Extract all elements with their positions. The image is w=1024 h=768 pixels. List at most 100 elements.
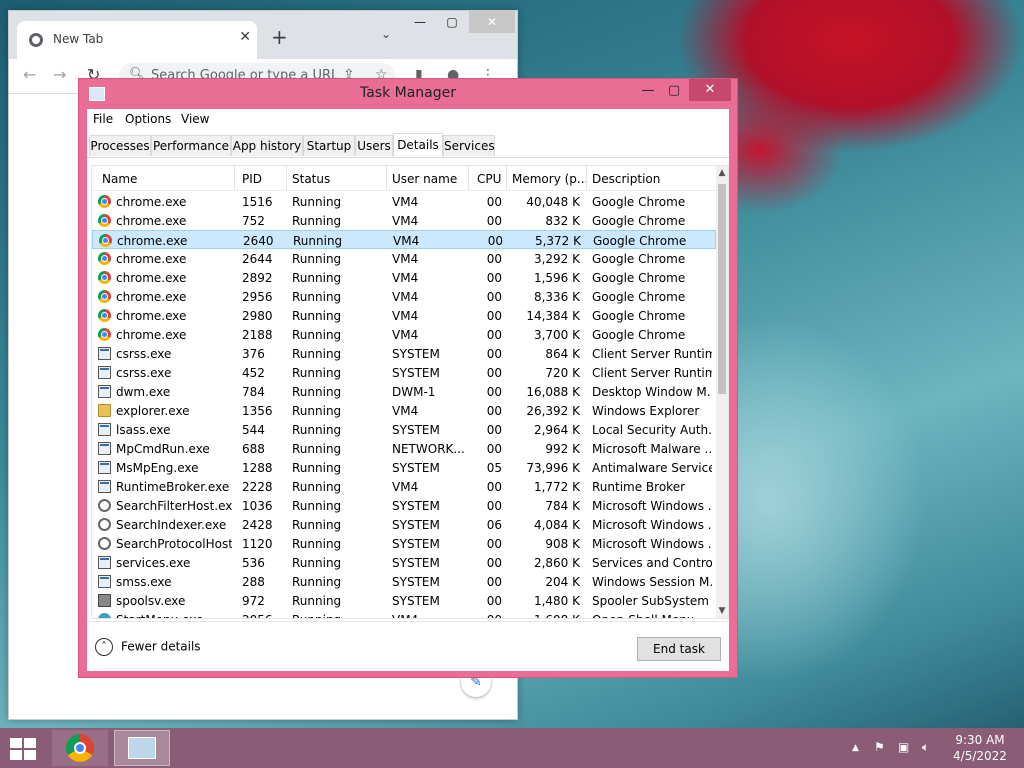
cell-mem: 73,996 K: [526, 461, 580, 475]
cell-name: csrss.exe: [116, 366, 172, 380]
maximize-icon[interactable]: ▢: [661, 81, 687, 101]
cell-desc: Desktop Window M...: [592, 385, 712, 399]
task-manager-window[interactable]: Task Manager — ▢ ✕ File Options View Pro…: [78, 78, 738, 678]
table-row[interactable]: lsass.exe 544 Running SYSTEM 00 2,964 K Local …: [92, 420, 716, 439]
tab-app-history[interactable]: App history: [231, 135, 303, 156]
table-row[interactable]: MpCmdRun.exe 688 Running NETWORK... 00 992 K M…: [92, 439, 716, 458]
cell-mem: 40,048 K: [526, 195, 580, 209]
cell-status: Running: [292, 404, 342, 418]
table-header: Name ˄ PID Status User name CPU Memory (…: [92, 166, 716, 191]
cell-user: SYSTEM: [392, 461, 440, 475]
table-row[interactable]: SearchProtocolHost.... 1120 Running SYSTEM 0…: [92, 534, 716, 553]
column-header-cpu[interactable]: CPU: [477, 172, 501, 186]
column-header-memory[interactable]: Memory (p...: [512, 172, 588, 186]
process-search-icon: [98, 537, 111, 550]
chrome-tab-new-tab[interactable]: New Tab ✕: [17, 21, 257, 59]
table-row[interactable]: explorer.exe 1356 Running VM4 00 26,392 K Wind…: [92, 401, 716, 420]
column-header-name[interactable]: Name: [102, 172, 137, 186]
table-row[interactable]: chrome.exe 1516 Running VM4 00 40,048 K Google…: [92, 192, 716, 211]
table-row[interactable]: spoolsv.exe 972 Running SYSTEM 00 1,480 K Spoo…: [92, 591, 716, 610]
cell-pid: 452: [242, 366, 265, 380]
cell-status: Running: [292, 613, 382, 618]
column-header-user-name[interactable]: User name: [392, 172, 457, 186]
column-header-status[interactable]: Status: [292, 172, 330, 186]
table-row[interactable]: smss.exe 288 Running SYSTEM 00 204 K Windows S…: [92, 572, 716, 591]
new-tab-icon[interactable]: +: [271, 25, 288, 49]
table-row[interactable]: services.exe 536 Running SYSTEM 00 2,860 K Ser…: [92, 553, 716, 572]
chevron-up-icon: ˄: [95, 638, 113, 656]
column-divider[interactable]: [386, 166, 387, 190]
menu-options[interactable]: Options: [125, 112, 171, 126]
cell-cpu: 00: [486, 271, 502, 285]
forward-arrow-icon[interactable]: →: [53, 65, 66, 84]
table-row[interactable]: StartMenu.exe 2056 Running VM4 00 1,608 K Open…: [92, 610, 716, 618]
cell-pid: 2892: [242, 271, 273, 285]
network-icon[interactable]: ▣: [898, 740, 909, 754]
column-divider[interactable]: [286, 166, 287, 190]
tab-performance[interactable]: Performance: [151, 135, 231, 156]
scrollbar-thumb[interactable]: [718, 184, 726, 394]
menu-bar: File Options View: [87, 109, 729, 129]
scroll-up-icon[interactable]: ▲: [716, 168, 728, 178]
process-win-icon: [98, 347, 111, 360]
task-manager-titlebar[interactable]: Task Manager — ▢ ✕: [79, 79, 737, 109]
taskbar-task-manager-button[interactable]: [114, 730, 170, 766]
tab-services[interactable]: Services: [443, 135, 495, 156]
table-row[interactable]: chrome.exe 2644 Running VM4 00 3,292 K Google …: [92, 249, 716, 268]
cell-cpu: 00: [486, 575, 502, 589]
chrome-maximize-icon[interactable]: ▢: [437, 11, 467, 33]
close-icon[interactable]: ✕: [689, 79, 731, 101]
column-header-description[interactable]: Description: [592, 172, 660, 186]
column-divider[interactable]: [234, 166, 235, 190]
table-row[interactable]: chrome.exe 2956 Running VM4 00 8,336 K Google …: [92, 287, 716, 306]
cell-desc: Google Chrome: [592, 195, 686, 209]
show-hidden-icons-chevron-up-icon[interactable]: ▲: [852, 743, 859, 753]
taskbar-chrome-button[interactable]: [52, 730, 108, 766]
tab-details[interactable]: Details: [393, 133, 443, 157]
close-tab-icon[interactable]: ✕: [239, 29, 251, 45]
table-row[interactable]: chrome.exe 2640 Running VM4 00 5,372 K Google …: [92, 230, 716, 249]
table-row[interactable]: csrss.exe 376 Running SYSTEM 00 864 K Client S…: [92, 344, 716, 363]
start-button[interactable]: [10, 738, 38, 760]
cell-mem: 1,480 K: [533, 594, 580, 608]
tab-users[interactable]: Users: [355, 135, 393, 156]
cell-name: SearchProtocolHost....: [116, 537, 232, 551]
table-row[interactable]: chrome.exe 2892 Running VM4 00 1,596 K Google …: [92, 268, 716, 287]
column-divider[interactable]: [468, 166, 469, 190]
cell-name: chrome.exe: [116, 271, 187, 285]
process-win-icon: [98, 366, 111, 379]
fewer-details-button[interactable]: ˄ Fewer details: [95, 638, 201, 656]
chrome-minimize-icon[interactable]: —: [405, 11, 435, 33]
table-row[interactable]: csrss.exe 452 Running SYSTEM 00 720 K Client S…: [92, 363, 716, 382]
tab-search-chevron-down-icon[interactable]: ⌄: [381, 27, 391, 41]
column-divider[interactable]: [506, 166, 507, 190]
cell-cpu: 00: [486, 385, 502, 399]
table-row[interactable]: chrome.exe 2980 Running VM4 00 14,384 K Google…: [92, 306, 716, 325]
menu-file[interactable]: File: [93, 112, 113, 126]
back-arrow-icon[interactable]: ←: [23, 65, 36, 84]
column-header-pid[interactable]: PID: [242, 172, 262, 186]
cell-name: chrome.exe: [116, 252, 187, 266]
menu-view[interactable]: View: [181, 112, 209, 126]
tab-processes[interactable]: Processes: [89, 135, 151, 156]
vertical-scrollbar[interactable]: ▲ ▼: [716, 166, 728, 618]
tab-startup[interactable]: Startup: [303, 135, 355, 156]
table-row[interactable]: MsMpEng.exe 1288 Running SYSTEM 05 73,996 K An…: [92, 458, 716, 477]
fewer-details-label: Fewer details: [121, 639, 201, 654]
cell-user: SYSTEM: [392, 499, 440, 513]
table-row[interactable]: chrome.exe 2188 Running VM4 00 3,700 K Google …: [92, 325, 716, 344]
table-row[interactable]: SearchIndexer.exe 2428 Running SYSTEM 06 4,08…: [92, 515, 716, 534]
cell-status: Running: [292, 575, 342, 589]
chrome-close-icon[interactable]: ✕: [469, 11, 515, 33]
scroll-down-icon[interactable]: ▼: [716, 606, 728, 616]
column-divider[interactable]: [586, 166, 587, 190]
table-row[interactable]: RuntimeBroker.exe 2228 Running VM4 00 1,772 K…: [92, 477, 716, 496]
table-row[interactable]: chrome.exe 752 Running VM4 00 832 K Google Chr…: [92, 211, 716, 230]
end-task-button[interactable]: End task: [637, 637, 721, 661]
table-row[interactable]: SearchFilterHost.exe 1036 Running SYSTEM 00 7…: [92, 496, 716, 515]
clock[interactable]: 9:30 AM 4/5/2022: [946, 732, 1014, 764]
minimize-icon[interactable]: —: [635, 81, 661, 101]
volume-muted-icon[interactable]: 🔈︎: [922, 740, 929, 755]
action-center-flag-icon[interactable]: ⚑: [874, 740, 885, 754]
table-row[interactable]: dwm.exe 784 Running DWM-1 00 16,088 K Desktop …: [92, 382, 716, 401]
